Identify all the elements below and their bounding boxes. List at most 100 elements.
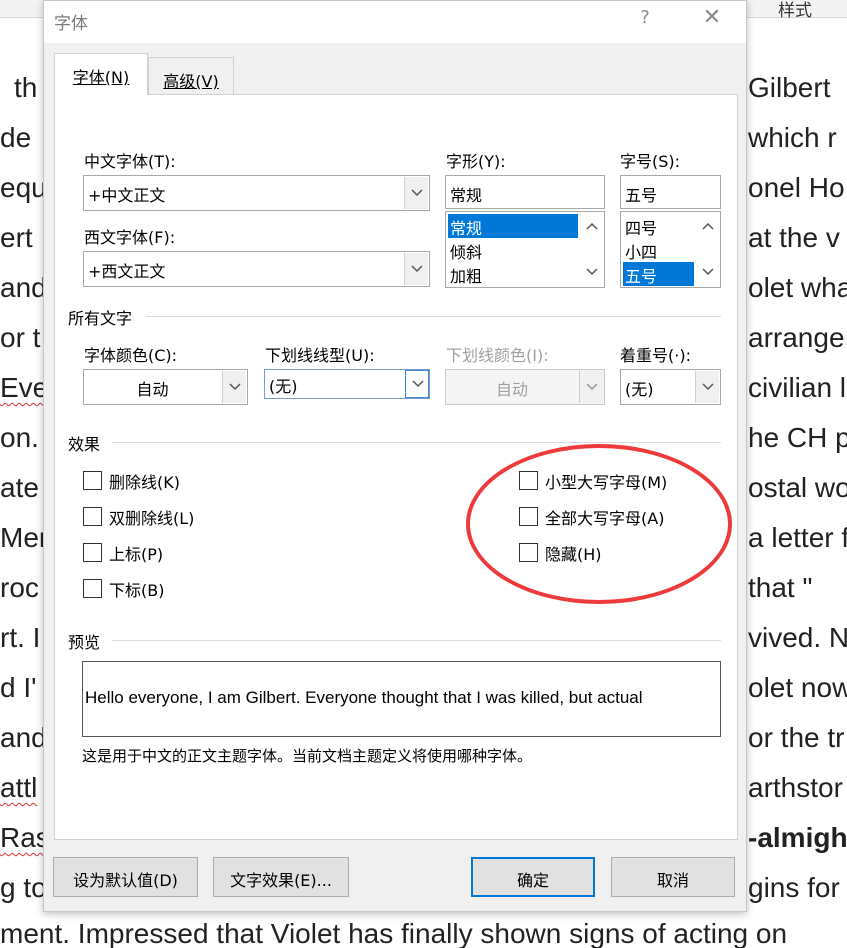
preview-section-label: 预览	[68, 633, 101, 652]
document-line-left-text: equ	[0, 172, 47, 203]
chevron-down-icon	[702, 383, 714, 391]
document-line-right-text: a letter f	[748, 522, 847, 553]
divider	[112, 442, 721, 443]
document-line-right-text: onel Ho	[748, 172, 845, 203]
document-line-right-text: gins for	[748, 872, 840, 903]
list-item[interactable]: 常规	[448, 214, 578, 238]
underline-color-value: 自动	[495, 380, 528, 399]
cancel-button[interactable]: 取消	[611, 857, 735, 897]
underline-style-dropdown[interactable]	[405, 370, 429, 398]
document-line-left-text: roc	[0, 572, 39, 603]
underline-color-combo[interactable]: 自动	[445, 369, 605, 405]
checkbox-box[interactable]	[83, 579, 102, 598]
cancel-label: 取消	[656, 871, 689, 890]
divider	[146, 316, 721, 317]
chinese-font-dropdown[interactable]	[404, 177, 428, 209]
tab-font[interactable]: 字体(N)	[54, 53, 148, 95]
font-style-list[interactable]: 常规 倾斜 加粗	[445, 211, 605, 288]
font-size-scrollbar[interactable]	[696, 212, 720, 287]
document-line-left-text: on.	[0, 422, 39, 453]
list-item[interactable]: 小四	[623, 238, 694, 262]
emphasis-mark-combo[interactable]: (无)	[620, 369, 721, 405]
dialog-titlebar: 字体 ? ✕	[44, 1, 746, 43]
font-color-combo[interactable]: 自动	[83, 369, 248, 405]
styles-tab[interactable]: 样式	[778, 0, 812, 21]
chevron-up-icon[interactable]	[586, 222, 598, 230]
western-font-dropdown[interactable]	[404, 253, 428, 285]
tab-advanced-label: 高级(V)	[163, 72, 219, 91]
document-line-left-text: de	[0, 122, 32, 153]
checkbox-label: 隐藏(H)	[545, 545, 602, 564]
document-line-right-text: arrange	[748, 322, 845, 353]
divider	[112, 640, 721, 641]
set-default-label: 设为默认值(D)	[73, 871, 178, 890]
document-line-left-text: ate	[0, 472, 39, 503]
help-button[interactable]: ?	[634, 7, 656, 35]
document-line-right-text: he CH p	[748, 422, 847, 453]
document-line-left-text: Mer	[0, 522, 49, 553]
font-color-dropdown[interactable]	[222, 371, 246, 403]
checkbox-label: 小型大写字母(M)	[545, 473, 668, 492]
font-style-label: 字形(Y):	[446, 152, 506, 171]
all-text-section-label: 所有文字	[68, 309, 133, 328]
chevron-down-icon	[586, 383, 598, 391]
document-line-right-text: that "	[748, 572, 813, 603]
emphasis-mark-dropdown[interactable]	[695, 371, 719, 403]
preview-text: Hello everyone, I am Gilbert. Everyone t…	[85, 688, 643, 707]
chinese-font-combo[interactable]: +中文正文	[83, 175, 430, 211]
checkbox-box[interactable]	[519, 507, 538, 526]
chevron-down-icon	[229, 383, 241, 391]
chinese-font-label: 中文字体(T):	[84, 152, 176, 171]
set-default-button[interactable]: 设为默认值(D)	[53, 857, 198, 897]
chevron-up-icon[interactable]	[702, 222, 714, 230]
chevron-down-icon	[412, 380, 424, 388]
list-item[interactable]: 五号	[623, 262, 694, 286]
list-item[interactable]: 倾斜	[448, 238, 578, 262]
effects-section-label: 效果	[68, 435, 101, 454]
list-item[interactable]: 加粗	[448, 262, 578, 286]
western-font-label: 西文字体(F):	[84, 228, 176, 247]
chevron-down-icon	[411, 189, 423, 197]
font-size-list[interactable]: 四号 小四 五号	[620, 211, 721, 288]
checkbox-label: 上标(P)	[109, 545, 164, 564]
checkbox-label: 全部大写字母(A)	[545, 509, 665, 528]
chevron-down-icon	[411, 265, 423, 273]
preview-box: Hello everyone, I am Gilbert. Everyone t…	[82, 661, 721, 737]
tab-advanced[interactable]: 高级(V)	[148, 57, 234, 95]
checkbox-box[interactable]	[83, 543, 102, 562]
checkbox-label: 下标(B)	[109, 581, 165, 600]
font-dialog: 字体 ? ✕ 字体(N) 高级(V)	[43, 0, 747, 912]
font-style-value: 常规	[450, 186, 483, 205]
checkbox-box[interactable]	[83, 471, 102, 490]
document-line-right-text: Gilbert	[748, 72, 831, 103]
text-effects-button[interactable]: 文字效果(E)...	[213, 857, 349, 897]
close-button[interactable]: ✕	[700, 5, 724, 35]
underline-color-label: 下划线颜色(I):	[446, 346, 549, 365]
ok-button[interactable]: 确定	[471, 857, 595, 897]
font-style-scrollbar[interactable]	[580, 212, 604, 287]
font-style-input[interactable]: 常规	[445, 175, 605, 209]
chevron-down-icon[interactable]	[586, 268, 598, 276]
chinese-font-value: +中文正文	[88, 186, 166, 205]
emphasis-mark-value: (无)	[625, 380, 654, 399]
underline-color-dropdown[interactable]	[579, 371, 603, 403]
underline-style-combo[interactable]: (无)	[264, 369, 430, 399]
underline-style-label: 下划线线型(U):	[265, 346, 375, 365]
checkbox-label: 双删除线(L)	[109, 509, 195, 528]
list-item[interactable]: 四号	[623, 214, 694, 238]
checkbox-box[interactable]	[83, 507, 102, 526]
font-size-input[interactable]: 五号	[620, 175, 721, 209]
checkbox-box[interactable]	[519, 471, 538, 490]
checkbox-box[interactable]	[519, 543, 538, 562]
document-line-left-text: ert	[0, 222, 33, 253]
text-effects-label: 文字效果(E)...	[230, 871, 332, 890]
document-line-right-text: olet now	[748, 672, 847, 703]
western-font-value: +西文正文	[88, 262, 166, 281]
document-line-left-text: rt. I	[0, 622, 41, 653]
dialog-title: 字体	[54, 14, 88, 34]
document-line-right-text: at the v	[748, 222, 840, 253]
western-font-combo[interactable]: +西文正文	[83, 251, 430, 287]
tab-font-label: 字体(N)	[72, 68, 130, 87]
chevron-down-icon[interactable]	[702, 268, 714, 276]
checkbox-label: 删除线(K)	[109, 473, 180, 492]
